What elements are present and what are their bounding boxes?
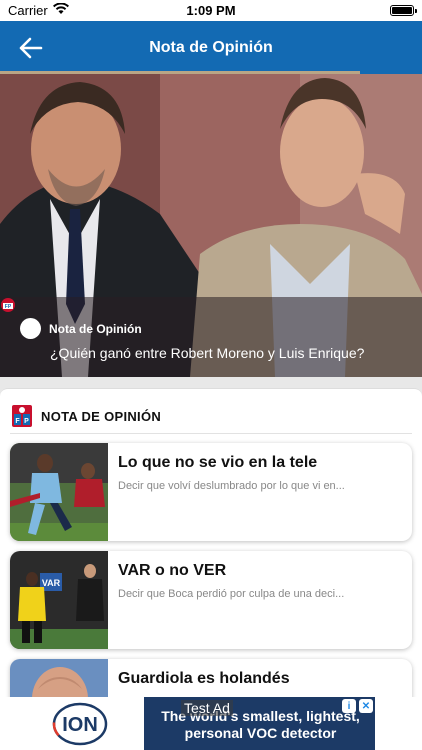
svg-text:P: P <box>24 418 29 425</box>
nav-bar: Nota de Opinión <box>0 21 422 74</box>
battery-icon <box>390 5 417 16</box>
article-card[interactable]: VAR VAR o no VER Decir que Boca perdió p… <box>10 551 412 649</box>
back-button[interactable] <box>14 33 48 63</box>
carrier-label: Carrier <box>8 3 48 18</box>
status-bar: Carrier 1:09 PM <box>0 0 422 21</box>
ad-bar: ION The world's smallest, lightest, pers… <box>0 697 422 750</box>
ad-brand-logo: ION <box>48 697 144 750</box>
ad-brand-text: ION <box>62 714 98 736</box>
ad-info-icon[interactable]: i <box>342 699 356 713</box>
section-divider <box>10 433 412 434</box>
article-title: Lo que no se vio en la tele <box>118 454 318 471</box>
page-title: Nota de Opinión <box>149 38 273 56</box>
article-thumbnail <box>10 443 108 541</box>
hero-headline: ¿Quién ganó entre Robert Moreno y Luis E… <box>50 345 365 361</box>
svg-text:VAR: VAR <box>42 578 61 588</box>
back-arrow-icon <box>19 37 43 59</box>
article-title: VAR o no VER <box>118 562 227 579</box>
hero-article[interactable]: FP Nota de Opinión ¿Quién ganó entre Rob… <box>0 74 422 377</box>
ad-banner[interactable]: ION The world's smallest, lightest, pers… <box>48 697 375 750</box>
hero-tag-label: Nota de Opinión <box>49 321 142 336</box>
svg-text:FP: FP <box>5 304 12 310</box>
article-excerpt: Decir que volví deslumbrado por lo que v… <box>118 480 345 492</box>
section-title: NOTA DE OPINIÓN <box>41 408 162 424</box>
ad-label: Test Ad <box>181 700 233 716</box>
article-card[interactable]: Lo que no se vio en la tele Decir que vo… <box>10 443 412 541</box>
article-title: Guardiola es holandés <box>118 670 290 687</box>
wifi-icon <box>52 2 69 18</box>
svg-text:F: F <box>15 418 20 425</box>
ad-close-icon[interactable]: ✕ <box>359 699 373 713</box>
article-thumbnail: VAR <box>10 551 108 649</box>
fp-logo-icon: FP <box>12 405 32 427</box>
articles-section: FP NOTA DE OPINIÓN Lo que no se vio en l… <box>0 388 422 750</box>
hero-caption: FP Nota de Opinión ¿Quién ganó entre Rob… <box>0 297 422 377</box>
article-excerpt: Decir que Boca perdió por culpa de una d… <box>118 588 345 600</box>
nota-opinion-logo-icon: FP <box>1 298 41 339</box>
